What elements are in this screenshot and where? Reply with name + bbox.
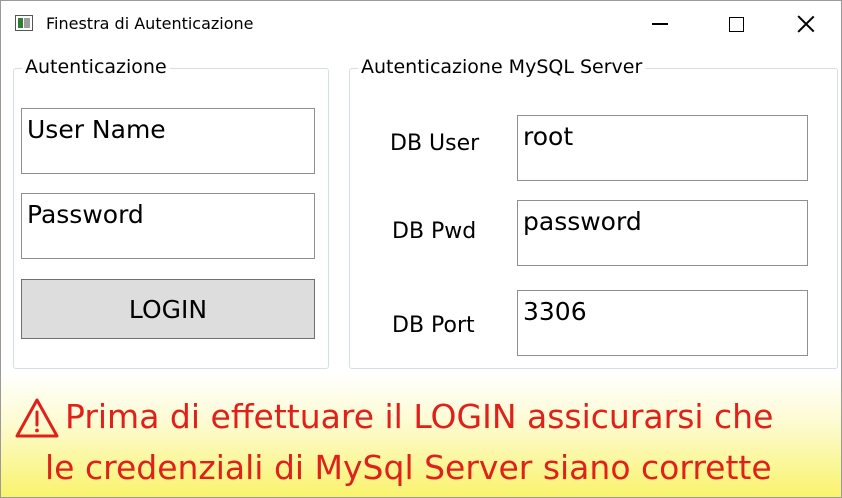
minimize-button[interactable] <box>625 1 695 47</box>
warning-banner: Prima di effettuare il LOGIN assicurarsi… <box>1 373 841 497</box>
maximize-button[interactable] <box>701 1 771 47</box>
username-field[interactable]: User Name <box>21 108 315 174</box>
warning-icon <box>15 398 59 438</box>
db-port-field[interactable]: 3306 <box>517 290 808 356</box>
login-button[interactable]: LOGIN <box>21 279 315 339</box>
app-icon <box>15 15 33 31</box>
close-icon <box>797 15 815 33</box>
db-user-field[interactable]: root <box>517 115 808 181</box>
warning-text-line-1: Prima di effettuare il LOGIN assicurarsi… <box>65 397 774 436</box>
db-pwd-label: DB Pwd <box>392 219 477 244</box>
db-user-label: DB User <box>390 131 480 156</box>
mysql-group-legend: Autenticazione MySQL Server <box>358 56 646 78</box>
mysql-groupbox: Autenticazione MySQL Server DB User root… <box>349 56 838 369</box>
minimize-icon <box>652 23 668 25</box>
window-title: Finestra di Autenticazione <box>46 14 254 33</box>
auth-window: Finestra di Autenticazione Autenticazion… <box>0 0 842 498</box>
password-field[interactable]: Password <box>21 193 315 259</box>
maximize-icon <box>728 16 744 32</box>
auth-groupbox: Autenticazione User Name Password LOGIN <box>13 56 329 369</box>
db-port-label: DB Port <box>392 313 475 338</box>
auth-group-legend: Autenticazione <box>22 56 170 78</box>
title-bar[interactable]: Finestra di Autenticazione <box>1 1 841 47</box>
close-button[interactable] <box>771 1 841 47</box>
db-pwd-field[interactable]: password <box>517 200 808 266</box>
warning-text-line-2: le credenziali di MySql Server siano cor… <box>45 448 772 487</box>
